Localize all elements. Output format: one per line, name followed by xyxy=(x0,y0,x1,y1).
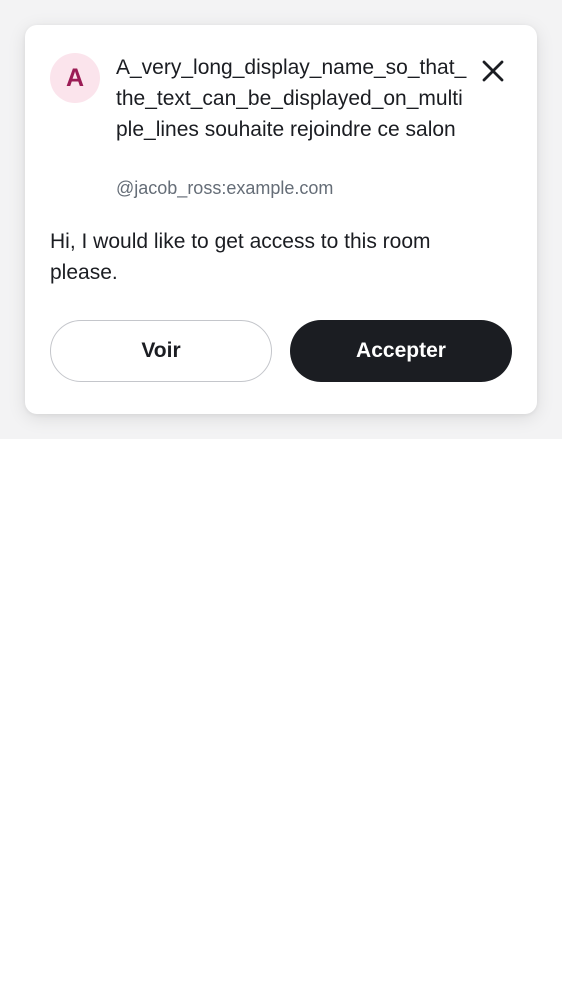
join-request-card: A A_very_long_display_name_so_that_the_t… xyxy=(25,25,537,414)
avatar: A xyxy=(50,53,100,103)
close-icon xyxy=(482,60,504,82)
request-message: Hi, I would like to get access to this r… xyxy=(50,230,431,284)
user-id: @jacob_ross:example.com xyxy=(116,178,334,198)
view-button[interactable]: Voir xyxy=(50,320,272,382)
request-title: A_very_long_display_name_so_that_the_tex… xyxy=(116,56,467,141)
accept-button[interactable]: Accepter xyxy=(290,320,512,382)
dismiss-button[interactable] xyxy=(477,55,509,87)
